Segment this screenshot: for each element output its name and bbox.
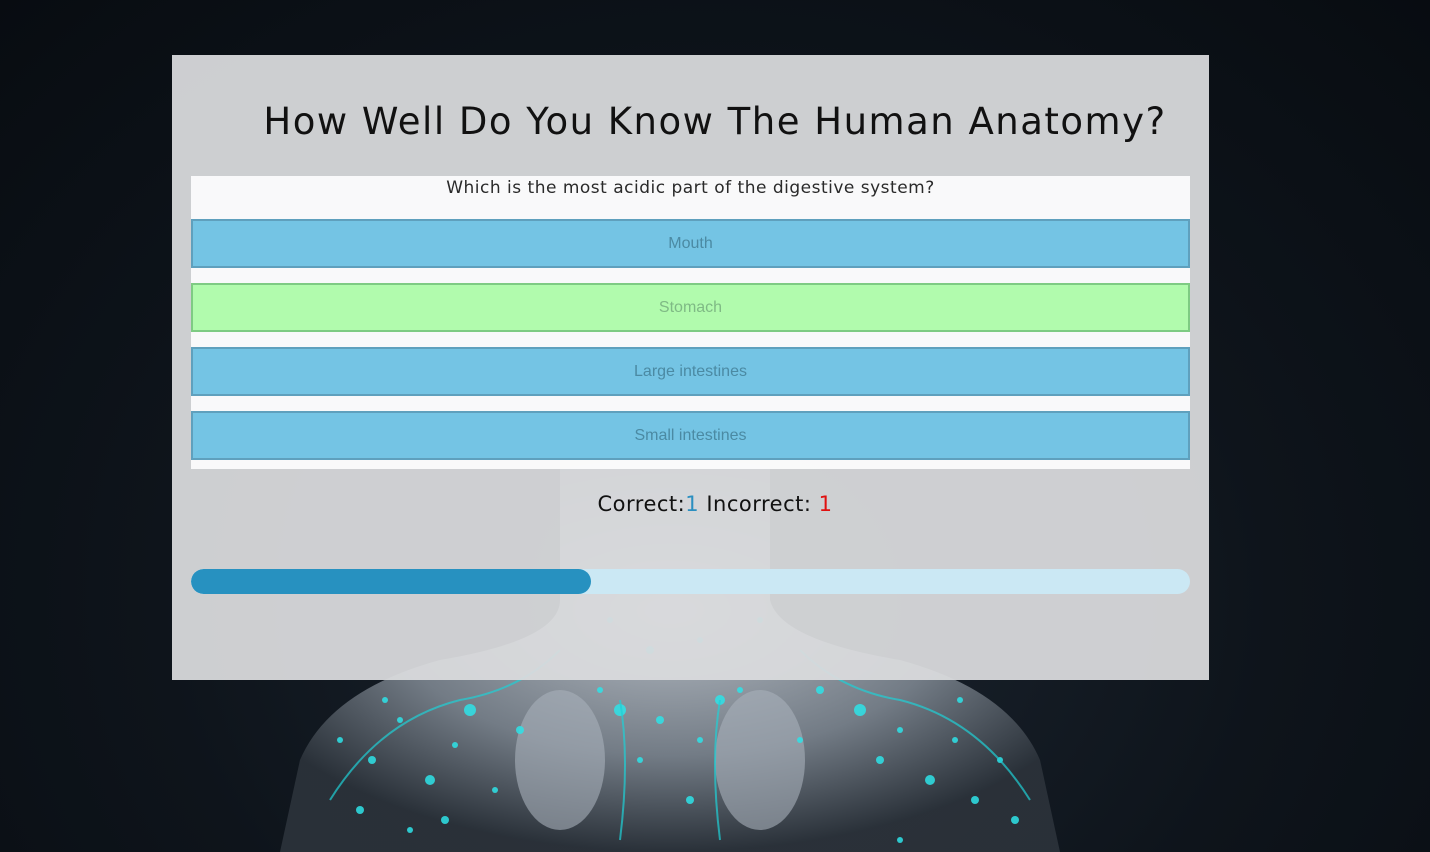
- answer-button-large-intestines[interactable]: Large intestines: [191, 347, 1190, 396]
- page-title: How Well Do You Know The Human Anatomy?: [263, 100, 1167, 143]
- incorrect-label: Incorrect:: [706, 492, 812, 516]
- answer-button-small-intestines[interactable]: Small intestines: [191, 411, 1190, 460]
- score-display: Correct:1 Incorrect: 1: [0, 492, 1430, 516]
- progress-bar: [191, 569, 1190, 594]
- correct-count: 1: [685, 492, 700, 516]
- question-text: Which is the most acidic part of the dig…: [446, 178, 935, 198]
- answer-button-mouth[interactable]: Mouth: [191, 219, 1190, 268]
- progress-bar-fill: [191, 569, 591, 594]
- answer-button-stomach[interactable]: Stomach: [191, 283, 1190, 332]
- question-card: Which is the most acidic part of the dig…: [191, 176, 1190, 469]
- correct-label: Correct:: [597, 492, 686, 516]
- incorrect-count: 1: [818, 492, 833, 516]
